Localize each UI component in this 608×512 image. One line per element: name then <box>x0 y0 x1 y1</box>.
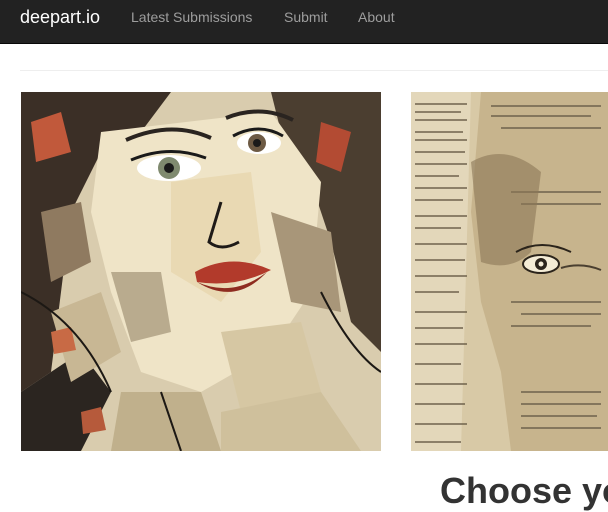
nav-latest-submissions-link[interactable]: Latest Submissions <box>131 8 252 26</box>
nav-about-link[interactable]: About <box>358 8 395 26</box>
nav-submit-link[interactable]: Submit <box>284 8 328 26</box>
gallery-image-portrait[interactable] <box>21 92 381 451</box>
brand-logo-link[interactable]: deepart.io <box>20 7 100 27</box>
choose-heading: Choose yo <box>440 470 608 511</box>
top-navbar: deepart.io Latest Submissions Submit Abo… <box>0 0 608 44</box>
gallery-image-newspaper-portrait[interactable] <box>411 92 608 451</box>
header-divider <box>20 70 608 71</box>
